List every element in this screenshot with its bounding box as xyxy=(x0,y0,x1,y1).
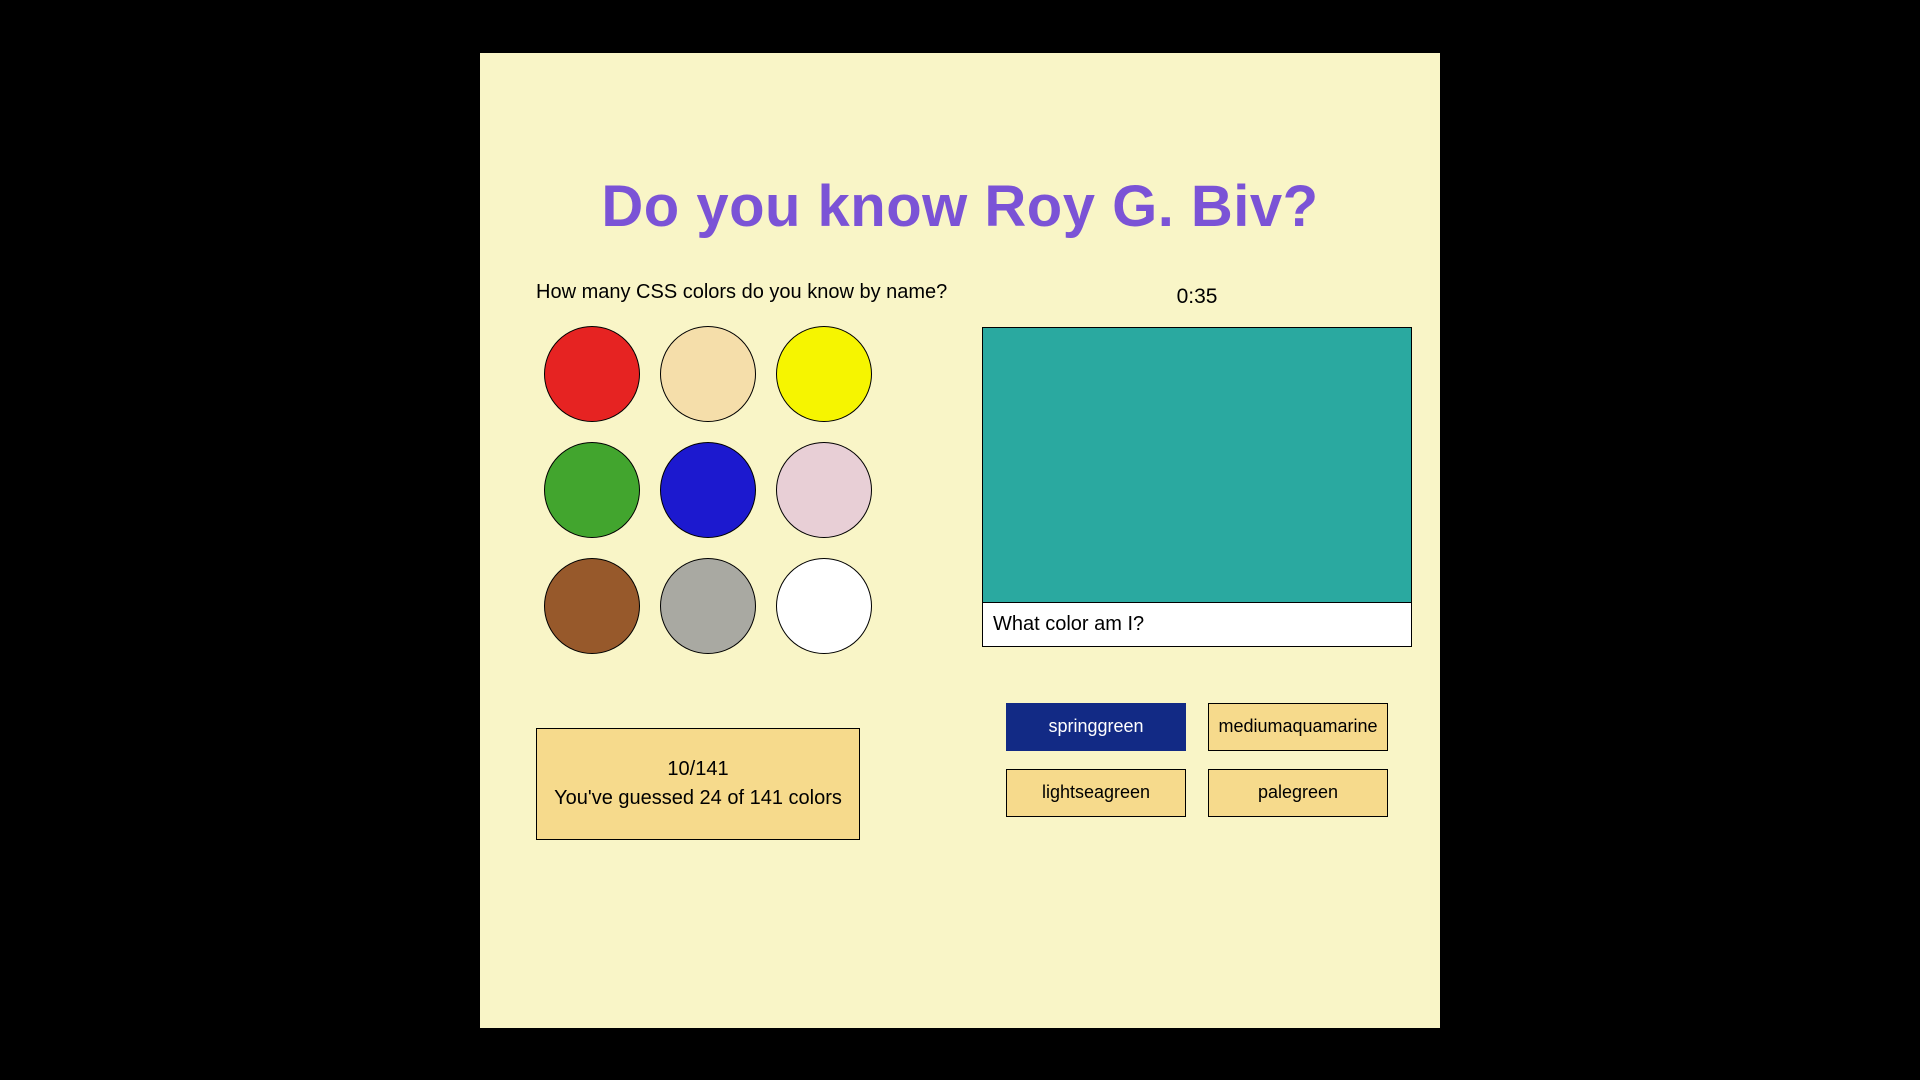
answer-option-0[interactable]: springgreen xyxy=(1006,703,1186,751)
swatch-grid xyxy=(544,326,996,654)
swatch-circle xyxy=(660,558,756,654)
score-box: 10/141 You've guessed 24 of 141 colors xyxy=(536,728,860,840)
timer: 0:35 xyxy=(982,285,1412,309)
subtitle: How many CSS colors do you know by name? xyxy=(536,281,996,304)
swatch-circle xyxy=(776,326,872,422)
score-summary: You've guessed 24 of 141 colors xyxy=(549,784,847,813)
page-title: Do you know Roy G. Biv? xyxy=(480,173,1440,240)
left-column: How many CSS colors do you know by name?… xyxy=(536,281,996,840)
question-prompt: What color am I? xyxy=(983,602,1411,646)
swatch-circle xyxy=(660,442,756,538)
swatch-circle xyxy=(544,326,640,422)
swatch-circle xyxy=(776,558,872,654)
question-swatch xyxy=(983,328,1411,602)
swatch-circle xyxy=(544,442,640,538)
question-panel: What color am I? xyxy=(982,327,1412,647)
right-column: 0:35 What color am I? springgreen medium… xyxy=(982,281,1412,817)
answer-option-1[interactable]: mediumaquamarine xyxy=(1208,703,1388,751)
score-progress: 10/141 xyxy=(549,755,847,784)
answer-grid: springgreen mediumaquamarine lightseagre… xyxy=(982,703,1412,817)
swatch-circle xyxy=(544,558,640,654)
game-card: Do you know Roy G. Biv? How many CSS col… xyxy=(480,53,1440,1028)
answer-option-2[interactable]: lightseagreen xyxy=(1006,769,1186,817)
swatch-circle xyxy=(776,442,872,538)
answer-option-3[interactable]: palegreen xyxy=(1208,769,1388,817)
swatch-circle xyxy=(660,326,756,422)
